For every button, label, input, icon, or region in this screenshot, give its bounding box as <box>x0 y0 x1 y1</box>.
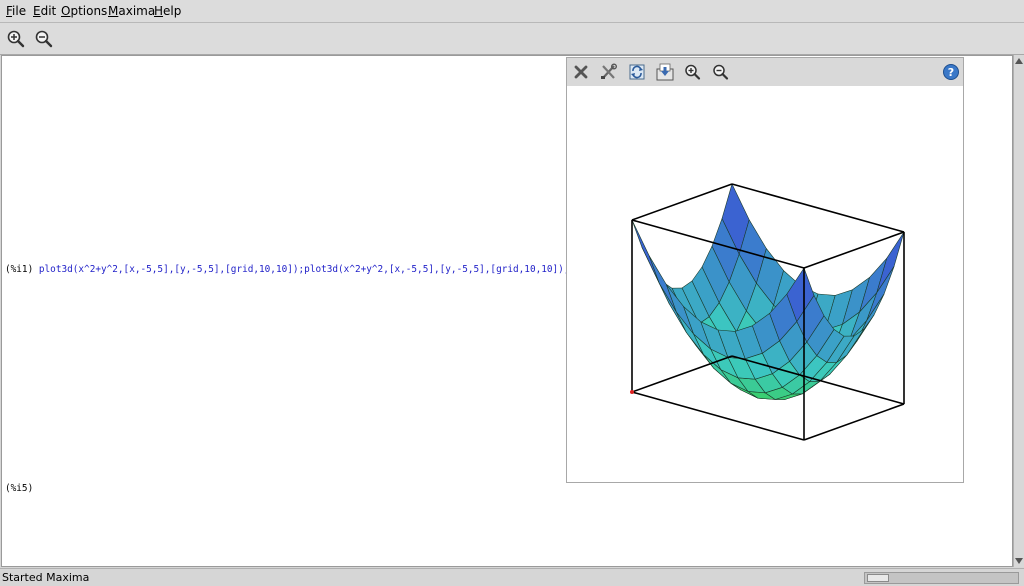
surface-facet <box>648 255 677 313</box>
main-toolbar <box>0 23 1024 55</box>
plot-zoom-out-button[interactable] <box>711 63 731 81</box>
box-edge <box>731 183 905 233</box>
status-bar: Started Maxima <box>0 568 1024 586</box>
zoom-in-icon <box>7 30 25 48</box>
box-edge <box>631 355 733 393</box>
plot-config-button[interactable] <box>599 63 619 81</box>
box-edge <box>631 183 733 221</box>
config-icon <box>601 63 617 79</box>
input-cell[interactable]: (%i1) plot3d(x^2+y^2,[x,-5,5],[y,-5,5],[… <box>5 264 569 276</box>
zoom-out-icon <box>713 64 729 80</box>
origin-marker <box>630 390 634 394</box>
save-icon <box>656 63 674 81</box>
surface-back <box>631 183 905 400</box>
scroll-up-icon[interactable] <box>1014 56 1024 66</box>
plot-toolbar: ? <box>567 58 963 86</box>
plot-replot-button[interactable] <box>627 63 647 81</box>
plot-zoom-in-button[interactable] <box>683 63 703 81</box>
cell-prompt: (%i5) <box>5 483 34 494</box>
help-icon: ? <box>943 64 959 80</box>
zoom-out-icon <box>35 30 53 48</box>
zoom-in-button[interactable] <box>6 29 26 49</box>
svg-text:?: ? <box>948 66 954 79</box>
replot-icon <box>629 64 645 80</box>
plot-window: ? <box>566 57 964 483</box>
cell-input[interactable]: plot3d(x^2+y^2,[x,-5,5],[y,-5,5],[grid,1… <box>39 264 570 275</box>
surface-facet <box>631 219 660 284</box>
zoom-out-button[interactable] <box>34 29 54 49</box>
zoom-in-icon <box>685 64 701 80</box>
status-text: Started Maxima <box>2 571 90 584</box>
plot-close-button[interactable] <box>571 63 591 81</box>
box-edge <box>803 403 905 441</box>
menu-edit[interactable]: Edit <box>33 4 56 19</box>
plot-help-button[interactable]: ? <box>941 63 961 81</box>
cell-prompt: (%i1) <box>5 264 34 275</box>
close-icon <box>574 65 588 79</box>
vertical-scrollbar[interactable] <box>1013 55 1024 567</box>
menu-maxima[interactable]: Maxima <box>108 4 155 19</box>
input-cell[interactable]: (%i5) <box>5 483 39 495</box>
menu-options[interactable]: Options <box>61 4 107 19</box>
scrollbar-thumb[interactable] <box>867 574 889 582</box>
plot-save-button[interactable] <box>655 63 675 81</box>
horizontal-scrollbar[interactable] <box>864 572 1019 584</box>
menu-file[interactable]: File <box>6 4 26 19</box>
scroll-down-icon[interactable] <box>1014 556 1024 566</box>
plot-canvas[interactable] <box>567 86 963 482</box>
menu-bar: File Edit Options Maxima Help <box>0 0 1024 23</box>
menu-help[interactable]: Help <box>154 4 181 19</box>
worksheet[interactable]: (%i1) plot3d(x^2+y^2,[x,-5,5],[y,-5,5],[… <box>1 55 1013 567</box>
